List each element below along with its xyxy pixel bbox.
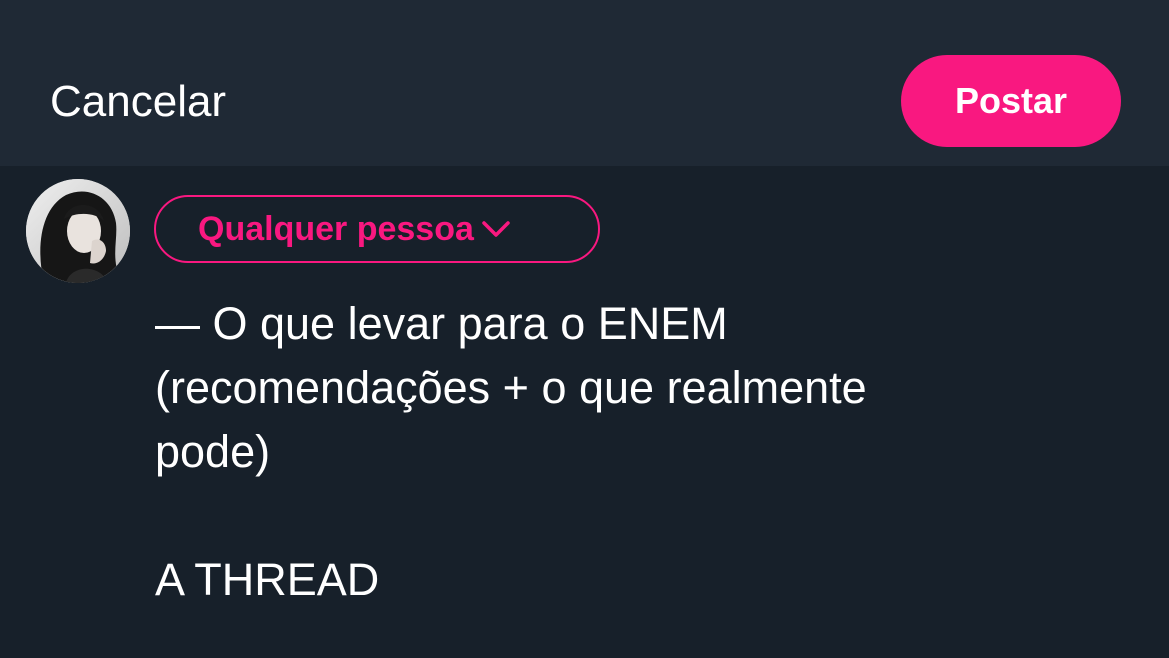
compose-line: A THREAD xyxy=(155,554,380,605)
compose-textarea[interactable]: — O que levar para o ENEM (recomendações… xyxy=(155,292,1145,612)
compose-blank-line xyxy=(155,484,1145,548)
post-button[interactable]: Postar xyxy=(901,55,1121,147)
compose-line: — O que levar para o ENEM xyxy=(155,298,728,349)
cancel-button[interactable]: Cancelar xyxy=(50,74,226,130)
chevron-down-icon xyxy=(480,218,512,240)
audience-label: Qualquer pessoa xyxy=(198,209,474,248)
audience-selector[interactable]: Qualquer pessoa xyxy=(154,195,600,263)
compose-header: Cancelar Postar xyxy=(0,0,1169,166)
compose-line: (recomendações + o que realmente xyxy=(155,362,867,413)
compose-screen: Cancelar Postar Qualquer pessoa — O que … xyxy=(0,0,1169,658)
compose-line: pode) xyxy=(155,426,271,477)
avatar[interactable] xyxy=(26,179,130,283)
user-avatar-photo-icon xyxy=(26,179,130,283)
